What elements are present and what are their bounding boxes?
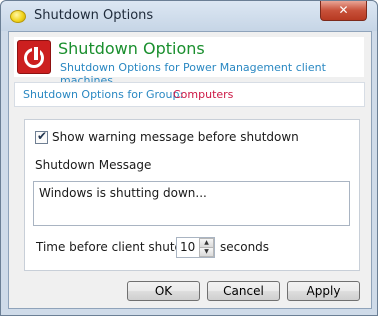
time-unit-label: seconds <box>220 240 270 254</box>
group-label: Shutdown Options for Group: <box>23 88 184 101</box>
shutdown-message-label: Shutdown Message <box>35 158 152 172</box>
spin-down-icon[interactable]: ▼ <box>199 247 214 257</box>
settings-panel: ✔ Show warning message before shutdown S… <box>24 119 360 271</box>
yellow-orb-icon <box>10 10 26 23</box>
shutdown-message-textarea[interactable]: Windows is shutting down... <box>33 181 350 226</box>
check-mark-icon: ✔ <box>37 129 48 143</box>
ok-button[interactable]: OK <box>127 281 200 301</box>
group-info: Shutdown Options for Group: Computers <box>14 82 365 107</box>
header-title: Shutdown Options <box>58 39 205 58</box>
window-title: Shutdown Options <box>34 8 154 23</box>
shutdown-message-value: Windows is shutting down... <box>39 186 207 200</box>
show-warning-checkbox[interactable]: ✔ <box>35 129 48 144</box>
close-button[interactable]: ✕ <box>320 1 367 21</box>
show-warning-label[interactable]: Show warning message before shutdown <box>52 130 299 144</box>
group-value: Computers <box>173 88 234 101</box>
title-bar[interactable]: Shutdown Options ✕ <box>1 1 377 31</box>
shutdown-options-window: Shutdown Options ✕ Shutdown Options Shut… <box>0 0 378 316</box>
cancel-button[interactable]: Cancel <box>207 281 280 301</box>
shutdown-time-value[interactable]: 10 <box>180 240 195 254</box>
dialog-body: Shutdown Options Shutdown Options for Po… <box>8 31 372 309</box>
power-icon <box>17 40 51 74</box>
shutdown-time-spinner[interactable]: 10 ▲ ▼ <box>176 237 215 258</box>
apply-button[interactable]: Apply <box>287 281 360 301</box>
header-panel: Shutdown Options Shutdown Options for Po… <box>14 37 364 87</box>
